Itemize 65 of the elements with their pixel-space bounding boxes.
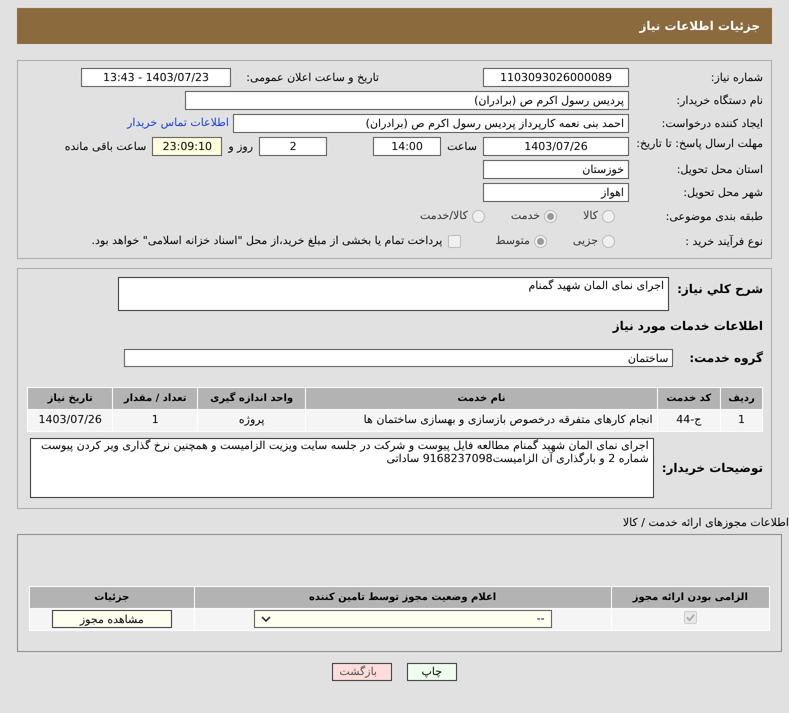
radio-button[interactable] [602, 210, 615, 223]
table-cell: 1 [112, 410, 198, 432]
requester-field: احمد بنی نعمه کارپرداز پردیس رسول اکرم ص (برادران) [233, 114, 629, 133]
section-title: اطلاعات خدمات مورد نیاز [611, 318, 763, 335]
city-field: اهواز [483, 183, 629, 202]
announce-date-field: 1403/07/23 - 13:43 [81, 68, 231, 87]
buyer-contact-link[interactable]: اطلاعات تماس خریدار [127, 115, 229, 132]
field-label: طبقه بندی موضوعی: [664, 210, 763, 223]
field-label: مهلت ارسال پاسخ: تا تاریخ: [635, 137, 763, 150]
checkbox[interactable] [448, 235, 462, 248]
payment-label: پرداخت تمام یا بخشی از مبلغ خرید،از محل "اسناد خزانه اسلامی" خواهد بود. [92, 233, 442, 250]
field-label: روز و [228, 140, 254, 153]
field-label: تاریخ و ساعت اعلان عمومی: [245, 71, 379, 84]
summary-textarea[interactable]: اجرای نمای المان شهید گمنام [118, 277, 670, 311]
days-field: 2 [259, 137, 328, 156]
remaining-time-field: 23:09:10 [152, 137, 222, 156]
radio-label: کالا/خدمت [420, 208, 468, 224]
back-button[interactable]: بازگشت [332, 662, 392, 680]
print-button[interactable]: چاپ [407, 662, 457, 680]
column-header: کد خدمت [657, 388, 721, 410]
radio-label: متوسط [495, 233, 530, 250]
column-header: واحد اندازه گیری [197, 388, 306, 410]
radio-button[interactable] [534, 235, 547, 248]
radio-button[interactable] [544, 210, 558, 223]
table-cell: پروژه [197, 410, 306, 432]
deadline-time-field: 14:00 [373, 137, 442, 156]
column-header: اعلام وضعیت مجوز توسط تامین کننده [194, 586, 612, 608]
column-header: نام خدمت [306, 388, 658, 410]
field-label: ساعت باقی مانده [64, 140, 146, 153]
column-header: ردیف [720, 388, 762, 410]
radio-label: خدمت [510, 208, 540, 224]
service-group-field: ساختمان [124, 349, 674, 367]
table-cell: انجام کارهای متفرقه درخصوص بازسازی و بهسازی ساختمان ها [306, 410, 658, 432]
need-number-field: 1103093026000089 [483, 68, 629, 87]
province-field: خوزستان [483, 160, 629, 179]
field-label: توضیحات خریدار: [662, 462, 763, 474]
field-label: ساعت [447, 140, 477, 153]
field-label: استان محل تحویل: [676, 163, 763, 176]
table-cell: ج-44 [657, 410, 721, 432]
field-label: نام دستگاه خریدار: [675, 94, 763, 107]
column-header: تعداد / مقدار [112, 388, 198, 410]
field-label: ایجاد کننده درخواست: [660, 117, 763, 130]
column-header: الزامی بودن ارائه مجوز [611, 586, 770, 608]
radio-label: کالا [583, 208, 598, 224]
radio-label: جزیی [572, 233, 598, 250]
view-permit-button[interactable]: مشاهده مجوز [52, 610, 172, 628]
column-header: تاریخ نیاز [28, 388, 113, 410]
buyer-notes-textarea[interactable]: اجرای نمای المان شهید گمنام مطالعه فایل پیوست و شرکت در جلسه سایت ویزیت الزامیست و همچنین نرخ گذاری ویر کردن پیوست شماره 2 و بارگذاری آن الزامیست9168237098 ساداتی [30, 438, 654, 498]
status-dropdown[interactable]: -- [254, 610, 552, 628]
deadline-date-field: 1403/07/26 [483, 137, 629, 156]
column-header: جزئیات [30, 586, 194, 608]
field-label: نوع فرآیند خرید : [684, 235, 763, 248]
section-title: اطلاعات مجوزهای ارائه خدمت / کالا [622, 515, 789, 531]
buyer-org-field: پردیس رسول اکرم ص (برادران) [185, 91, 629, 110]
table-cell: 1 [720, 410, 762, 432]
field-label: شماره نیاز: [710, 71, 763, 84]
checkbox[interactable] [684, 610, 697, 624]
table-cell: 1403/07/26 [28, 410, 113, 432]
radio-button[interactable] [602, 235, 615, 248]
field-label: شهر محل تحویل: [682, 186, 763, 199]
radio-button[interactable] [472, 210, 485, 223]
field-label: شرح کلي نیاز: [677, 281, 763, 296]
page-title: جزئیات اطلاعات نیاز [639, 18, 760, 35]
field-label: گروه خدمت: [689, 352, 763, 364]
chevron-down-icon [260, 616, 271, 622]
